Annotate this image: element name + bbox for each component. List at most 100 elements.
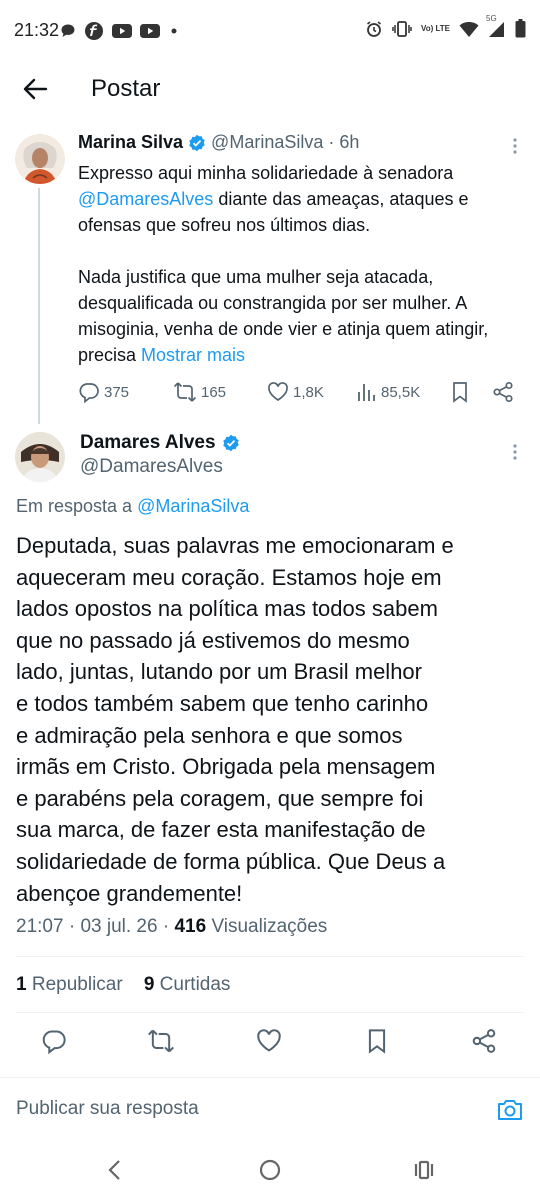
reply-input[interactable]: Publicar sua resposta bbox=[16, 1098, 199, 1120]
reposts-stat[interactable]: 1 Republicar bbox=[16, 974, 123, 995]
camera-button[interactable] bbox=[496, 1096, 524, 1124]
tweet1-text-1: Expresso aqui minha solidariedade à sena… bbox=[78, 163, 454, 183]
thread-line bbox=[38, 188, 40, 424]
verified-badge-icon bbox=[222, 434, 240, 452]
tweet1-header: Marina Silva @MarinaSilva · 6h bbox=[78, 132, 359, 153]
dot-icon bbox=[168, 25, 180, 37]
show-more-link[interactable]: Mostrar mais bbox=[141, 345, 245, 365]
tweet-date[interactable]: 03 jul. 26 bbox=[80, 916, 157, 937]
back-chevron-icon bbox=[105, 1158, 125, 1182]
reply-prefix: Em resposta a bbox=[16, 496, 138, 516]
bookmark-icon bbox=[365, 1028, 389, 1054]
likes-label: Curtidas bbox=[159, 974, 231, 995]
reply-button[interactable]: 375 bbox=[78, 381, 129, 403]
nav-home-button[interactable] bbox=[258, 1158, 282, 1182]
heart-icon bbox=[267, 381, 289, 403]
tweet-time[interactable]: 6h bbox=[339, 132, 359, 153]
verified-badge-icon bbox=[188, 134, 206, 152]
divider bbox=[16, 956, 524, 957]
bookmark-button[interactable] bbox=[450, 381, 470, 403]
avatar-damares[interactable] bbox=[15, 432, 65, 482]
likes-stat[interactable]: 9 Curtidas bbox=[144, 974, 231, 995]
page-title: Postar bbox=[91, 75, 161, 102]
repost-button[interactable] bbox=[147, 1028, 175, 1054]
tweet2-actions bbox=[0, 1024, 540, 1060]
tweet2-stats: 1 Republicar 9 Curtidas bbox=[16, 974, 230, 996]
home-circle-icon bbox=[258, 1158, 282, 1182]
repost-count: 165 bbox=[201, 383, 227, 401]
tweet1-actions: 375 165 1,8K 85,5K bbox=[78, 378, 518, 408]
status-right-icons: Vo) LTE 5G bbox=[365, 14, 526, 38]
more-vertical-icon bbox=[505, 136, 525, 156]
more-options-button[interactable] bbox=[505, 442, 525, 462]
views-count: 85,5K bbox=[381, 383, 421, 401]
tweet2-body: Deputada, suas palavras me emocionaram e… bbox=[16, 533, 454, 906]
author-name[interactable]: Damares Alves bbox=[80, 432, 216, 454]
share-icon bbox=[492, 381, 514, 403]
divider bbox=[16, 1012, 524, 1013]
like-button[interactable]: 1,8K bbox=[267, 381, 324, 403]
views-label: Visualizações bbox=[211, 916, 328, 937]
views-button[interactable]: 85,5K bbox=[357, 381, 420, 403]
repost-button[interactable]: 165 bbox=[173, 381, 226, 403]
avatar-marina[interactable] bbox=[15, 134, 65, 184]
youtube-icon bbox=[140, 24, 160, 38]
youtube-icon bbox=[112, 24, 132, 38]
reply-to-link[interactable]: @MarinaSilva bbox=[137, 496, 249, 516]
heart-icon bbox=[256, 1028, 282, 1054]
tweet-time[interactable]: 21:07 bbox=[16, 916, 64, 937]
share-button[interactable] bbox=[492, 381, 514, 403]
author-handle[interactable]: @DamaresAlves bbox=[80, 456, 223, 478]
system-nav-bar bbox=[0, 1140, 540, 1200]
mention-link[interactable]: @DamaresAlves bbox=[78, 189, 213, 209]
nav-back-button[interactable] bbox=[105, 1158, 125, 1182]
volte-icon: Vo) LTE bbox=[420, 23, 450, 33]
reply-button[interactable] bbox=[41, 1028, 67, 1054]
status-left-icons bbox=[60, 21, 180, 41]
tweet1-text-3: Nada justifica que uma mulher seja ataca… bbox=[78, 267, 489, 365]
bookmark-icon bbox=[450, 381, 470, 403]
repost-icon bbox=[147, 1028, 175, 1054]
bookmark-button[interactable] bbox=[365, 1028, 389, 1054]
alarm-icon bbox=[365, 20, 383, 38]
battery-icon bbox=[515, 19, 526, 38]
separator: · bbox=[328, 132, 335, 152]
author-name[interactable]: Marina Silva bbox=[78, 132, 183, 153]
share-icon bbox=[471, 1028, 497, 1054]
reposts-label: Republicar bbox=[31, 974, 123, 995]
nav-recents-button[interactable] bbox=[412, 1158, 436, 1182]
tweet2-header: Damares Alves bbox=[80, 432, 240, 454]
back-button[interactable] bbox=[20, 74, 50, 104]
reply-icon bbox=[41, 1028, 67, 1054]
tweet2-meta: 21:07 · 03 jul. 26 · 416 Visualizações bbox=[16, 916, 328, 937]
vibrate-icon bbox=[392, 20, 412, 38]
views-count: 416 bbox=[174, 916, 207, 937]
chat-bubble-icon bbox=[60, 23, 76, 39]
views-bars-icon bbox=[357, 381, 377, 403]
reply-context: Em resposta a @MarinaSilva bbox=[16, 496, 249, 517]
more-vertical-icon bbox=[505, 442, 525, 462]
likes-count: 9 bbox=[143, 974, 155, 995]
share-button[interactable] bbox=[471, 1028, 497, 1054]
reply-count: 375 bbox=[104, 383, 130, 401]
signal-5g-label: 5G bbox=[486, 13, 497, 23]
more-options-button[interactable] bbox=[505, 136, 525, 156]
signal-icon: 5G bbox=[486, 14, 506, 38]
divider bbox=[0, 1077, 540, 1078]
tweet1-paragraph-1: Expresso aqui minha solidariedade à sena… bbox=[78, 160, 528, 238]
author-handle[interactable]: @MarinaSilva bbox=[211, 132, 323, 153]
tweet1-paragraph-2: Nada justifica que uma mulher seja ataca… bbox=[78, 264, 528, 368]
camera-icon bbox=[496, 1096, 524, 1124]
status-bar: 21:32 Vo) LTE 5G bbox=[0, 0, 540, 60]
arrow-left-icon bbox=[20, 74, 50, 104]
reposts-count: 1 bbox=[16, 974, 27, 995]
repost-icon bbox=[173, 381, 197, 403]
wifi-icon bbox=[459, 20, 479, 38]
reply-icon bbox=[78, 381, 100, 403]
like-count: 1,8K bbox=[293, 383, 324, 401]
app-f-icon bbox=[84, 21, 104, 41]
recents-icon bbox=[412, 1158, 436, 1182]
like-button[interactable] bbox=[256, 1028, 282, 1054]
status-time: 21:32 bbox=[14, 20, 60, 40]
tweet1-body: Expresso aqui minha solidariedade à sena… bbox=[78, 160, 528, 368]
